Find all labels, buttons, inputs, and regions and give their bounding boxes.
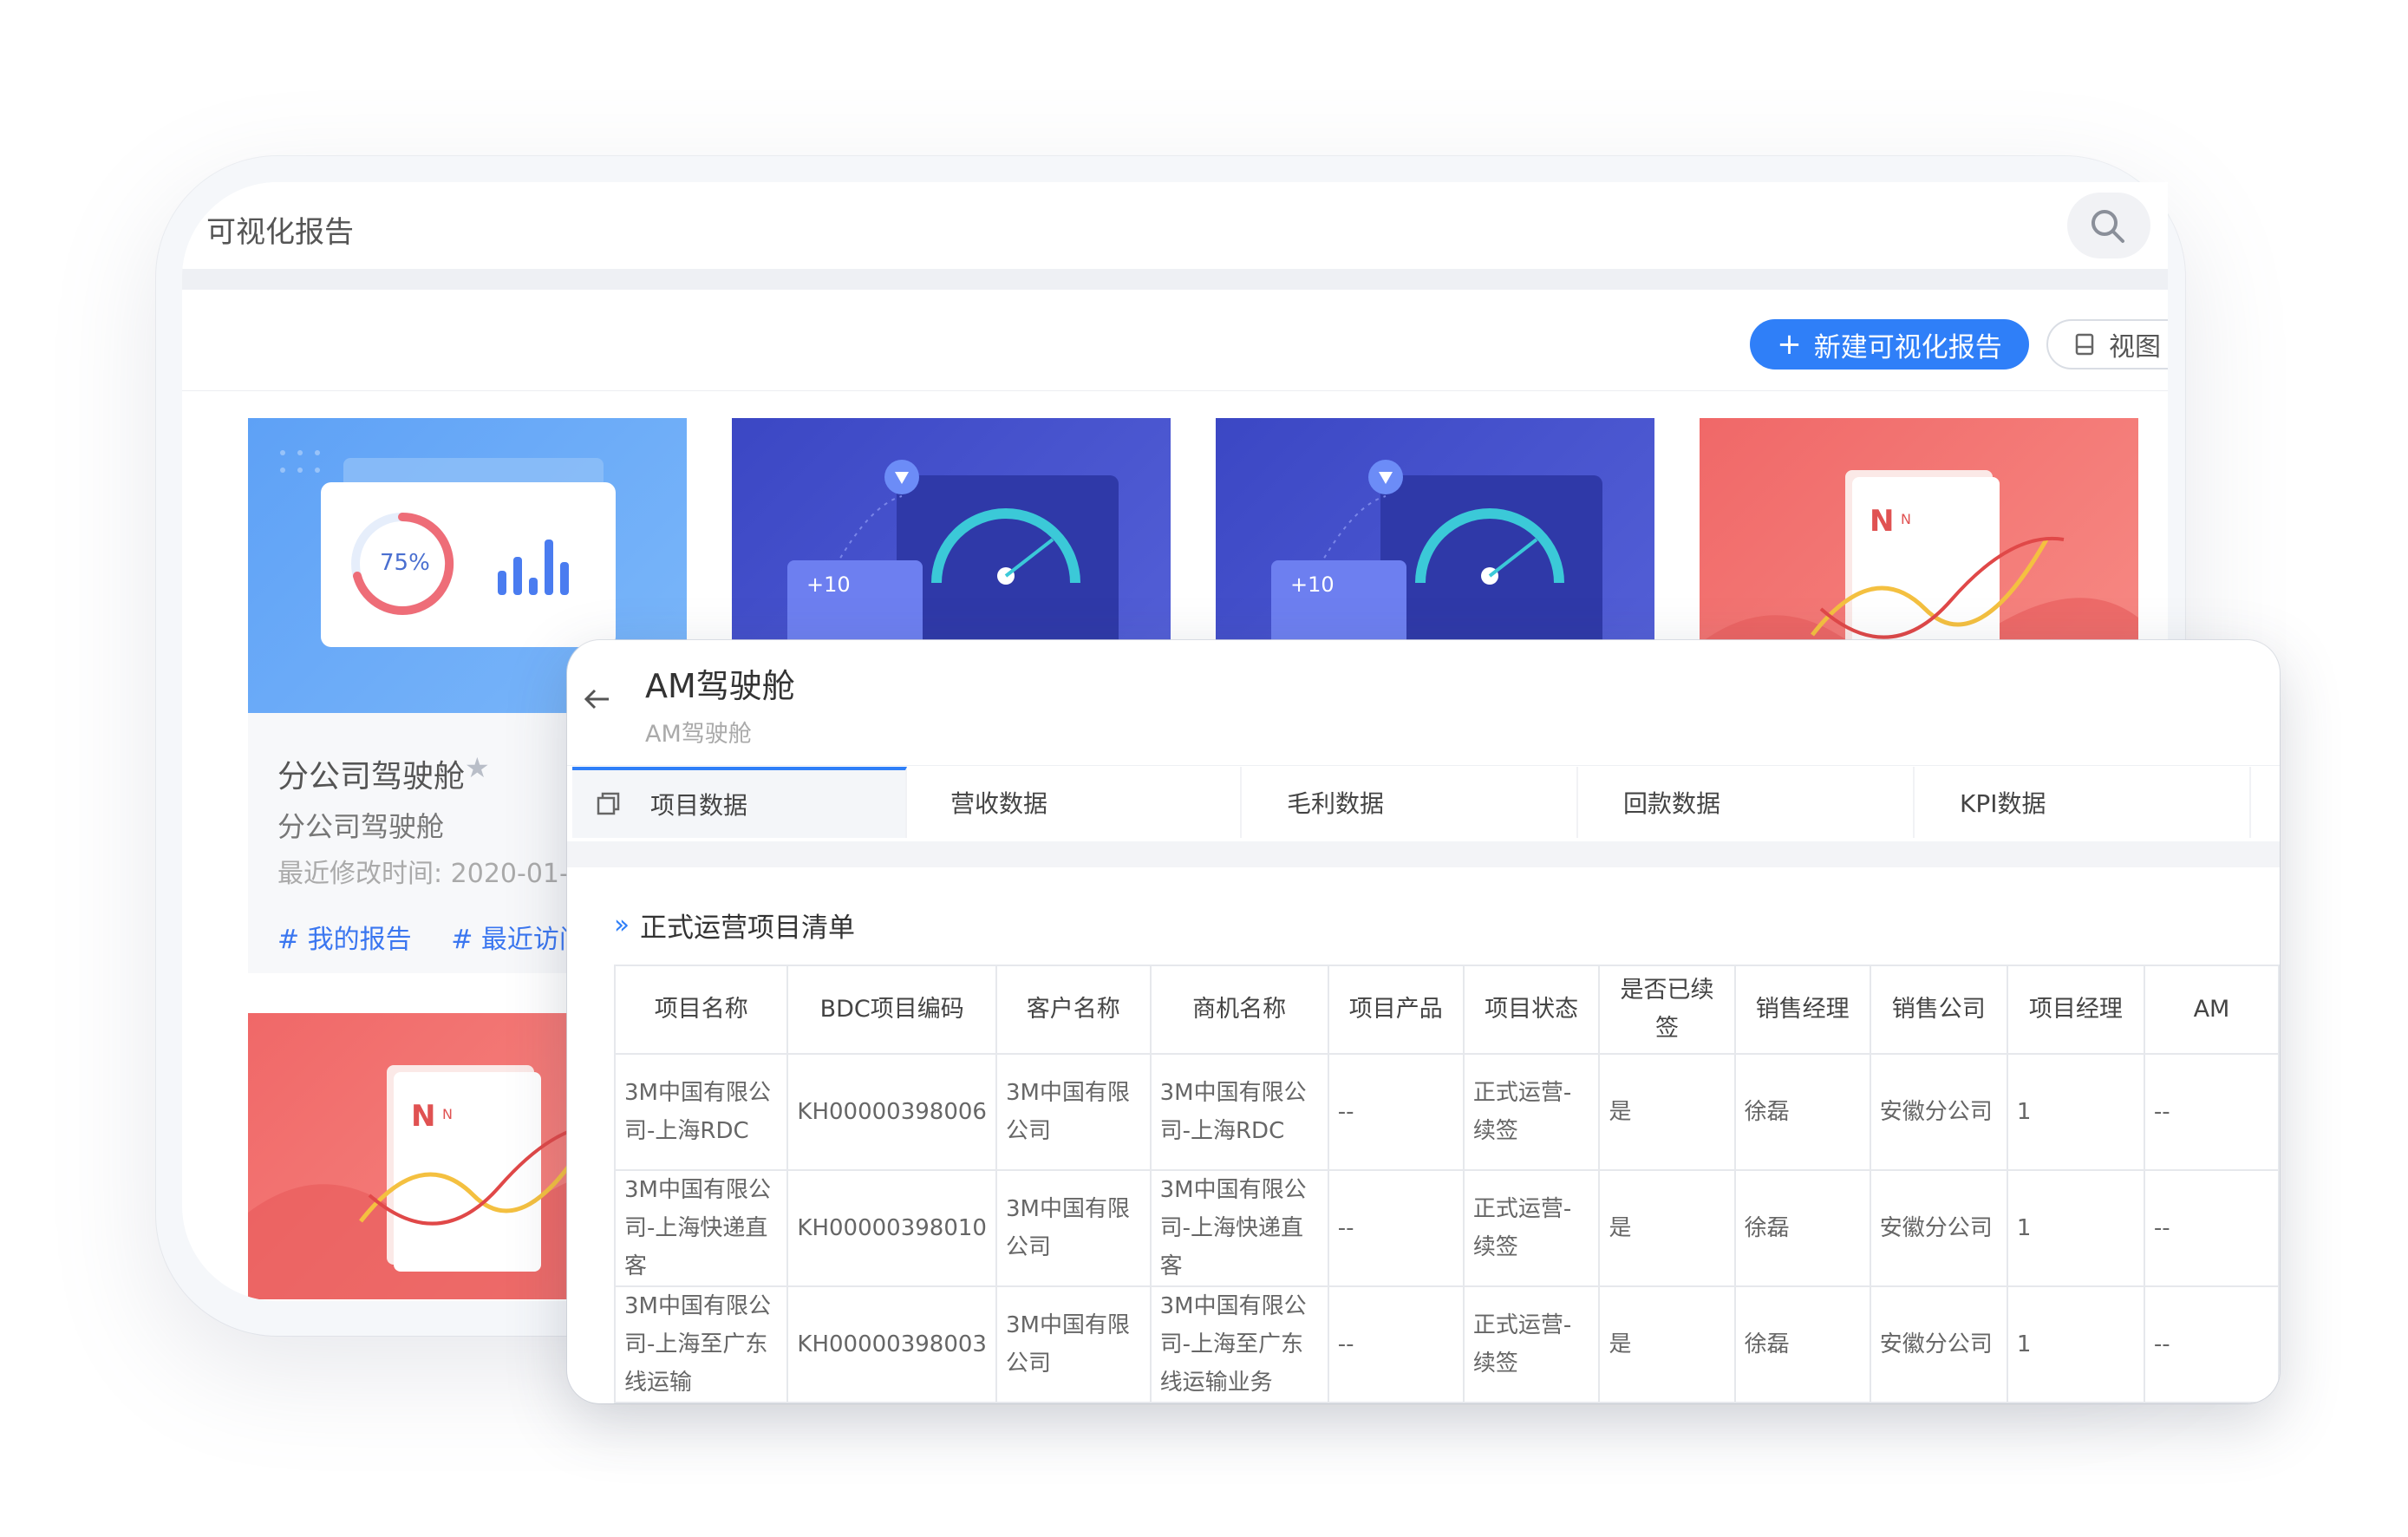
tag-recent[interactable]: # 最近访问: [451, 925, 585, 955]
table-cell: 3M中国有限公司: [995, 1169, 1152, 1287]
table-cell: 3M中国有限公司-上海RDC: [613, 1053, 789, 1171]
table-cell: 3M中国有限公司: [995, 1053, 1152, 1171]
column-header[interactable]: 销售经理: [1733, 965, 1871, 1055]
tab-label: KPI数据: [1960, 789, 2046, 818]
table-cell: 1: [2006, 1285, 2145, 1403]
tab-label: 毛利数据: [1287, 789, 1385, 818]
table-cell: 徐磊: [1733, 1285, 1871, 1403]
view-label: 视图: [2109, 332, 2161, 363]
tab-bar: 项目数据 营收数据 毛利数据 回款数据 KPI数据: [567, 767, 2280, 840]
column-header[interactable]: 销售公司: [1869, 965, 2008, 1055]
table-cell: 安徽分公司: [1869, 1285, 2008, 1403]
tab-collection-data[interactable]: 回款数据: [1580, 767, 1915, 838]
front-title: AM驾驶舱: [645, 667, 795, 705]
thumbnail-badge: +10: [806, 572, 851, 597]
table-cell: 3M中国有限公司-上海快递直客: [613, 1169, 789, 1287]
table-cell: 3M中国有限公司-上海至广东线运输业务: [1149, 1285, 1329, 1403]
search-button[interactable]: [2067, 193, 2150, 258]
report-card-tags: # 我的报告 # 最近访问: [277, 918, 617, 956]
tab-label: 营收数据: [950, 789, 1048, 818]
table-row[interactable]: 3M中国有限公司-上海至广东线运输 KH00000398003 3M中国有限公司…: [613, 1285, 2280, 1403]
table-cell: 是: [1598, 1285, 1736, 1403]
header-divider: [182, 269, 2168, 290]
table-cell: 徐磊: [1733, 1053, 1871, 1171]
tab-gross-profit-data[interactable]: 毛利数据: [1243, 767, 1578, 838]
back-arrow-icon[interactable]: [579, 682, 614, 716]
tab-label: 回款数据: [1623, 789, 1721, 818]
table-cell: --: [2143, 1169, 2280, 1287]
report-card-desc: 分公司驾驶舱: [277, 810, 445, 843]
search-icon: [2092, 210, 2124, 243]
column-header[interactable]: 是否已续签: [1598, 965, 1736, 1055]
table-cell: KH00000398006: [786, 1053, 997, 1171]
top-bar: 可视化报告: [182, 182, 2168, 270]
table-row[interactable]: 3M中国有限公司-上海RDC KH00000398006 3M中国有限公司 3M…: [613, 1053, 2280, 1171]
project-table: 项目名称 BDC项目编码 客户名称 商机名称 项目产品 项目状态 是否已续签 销…: [613, 965, 2280, 1403]
am-cockpit-window: AM驾驶舱 AM驾驶舱 项目数据 营收数据 毛利数据 回款数据 KPI数据 ››…: [567, 640, 2280, 1403]
column-header[interactable]: 项目名称: [613, 965, 789, 1055]
table-cell: 正式运营-续签: [1462, 1169, 1601, 1287]
table-cell: 安徽分公司: [1869, 1169, 2008, 1287]
column-header[interactable]: BDC项目编码: [786, 965, 997, 1055]
column-header[interactable]: 商机名称: [1149, 965, 1329, 1055]
table-cell: 3M中国有限公司-上海RDC: [1149, 1053, 1329, 1171]
svg-text:N: N: [442, 1106, 453, 1122]
table-cell: 3M中国有限公司-上海至广东线运输: [613, 1285, 789, 1403]
front-subtitle: AM驾驶舱: [645, 721, 752, 748]
toolbar: + 新建可视化报告 视图: [182, 290, 2168, 391]
new-report-label: 新建可视化报告: [1813, 331, 2002, 363]
new-report-button[interactable]: + 新建可视化报告: [1750, 319, 2029, 370]
table-cell: KH00000398003: [786, 1285, 997, 1403]
table-cell: --: [2143, 1053, 2280, 1171]
tab-project-data[interactable]: 项目数据: [572, 767, 907, 838]
table-row[interactable]: 3M中国有限公司-上海快递直客 KH00000398010 3M中国有限公司 3…: [613, 1169, 2280, 1287]
table-cell: --: [1327, 1053, 1465, 1171]
column-header[interactable]: 项目状态: [1462, 965, 1601, 1055]
tab-revenue-data[interactable]: 营收数据: [907, 767, 1242, 838]
svg-text:N: N: [1870, 504, 1894, 539]
table-cell: KH00000398010: [786, 1169, 997, 1287]
table-cell: 是: [1598, 1169, 1736, 1287]
view-icon: [2075, 333, 2094, 356]
thumbnail-badge: +10: [1290, 572, 1335, 597]
report-card-name: 分公司驾驶舱: [277, 759, 466, 795]
svg-text:N: N: [411, 1099, 435, 1134]
column-header[interactable]: 项目经理: [2006, 965, 2145, 1055]
content-divider: [567, 841, 2280, 867]
table-header-row: 项目名称 BDC项目编码 客户名称 商机名称 项目产品 项目状态 是否已续签 销…: [613, 965, 2280, 1055]
table-cell: 徐磊: [1733, 1169, 1871, 1287]
plus-icon: +: [1777, 327, 1802, 362]
star-icon[interactable]: ★: [465, 751, 490, 784]
table-cell: 安徽分公司: [1869, 1053, 2008, 1171]
table-cell: 1: [2006, 1053, 2145, 1171]
section-title: ›› 正式运营项目清单: [614, 906, 855, 945]
table-cell: 3M中国有限公司-上海快递直客: [1149, 1169, 1329, 1287]
tag-my-report[interactable]: # 我的报告: [277, 925, 412, 955]
table-cell: --: [1327, 1285, 1465, 1403]
column-header[interactable]: AM: [2143, 965, 2280, 1055]
table-cell: 1: [2006, 1169, 2145, 1287]
report-card-time: 最近修改时间: 2020-01-: [277, 859, 569, 889]
tab-label: 项目数据: [650, 791, 748, 820]
svg-text:N: N: [1901, 511, 1911, 527]
table-cell: 3M中国有限公司: [995, 1285, 1152, 1403]
front-header: AM驾驶舱 AM驾驶舱: [567, 640, 2280, 766]
section-title-text: 正式运营项目清单: [640, 912, 855, 944]
table-cell: --: [2143, 1285, 2280, 1403]
tab-kpi-data[interactable]: KPI数据: [1916, 767, 2251, 838]
view-button[interactable]: 视图: [2046, 319, 2168, 370]
table-cell: --: [1327, 1169, 1465, 1287]
table-cell: 正式运营-续签: [1462, 1053, 1601, 1171]
page-title: 可视化报告: [206, 215, 354, 250]
copy-icon: [597, 792, 620, 815]
column-header[interactable]: 项目产品: [1327, 965, 1465, 1055]
table-cell: 正式运营-续签: [1462, 1285, 1601, 1403]
column-header[interactable]: 客户名称: [995, 965, 1152, 1055]
thumbnail-percent: 75%: [380, 550, 430, 576]
table-cell: 是: [1598, 1053, 1736, 1171]
double-chevron-right-icon: ››: [614, 910, 630, 940]
